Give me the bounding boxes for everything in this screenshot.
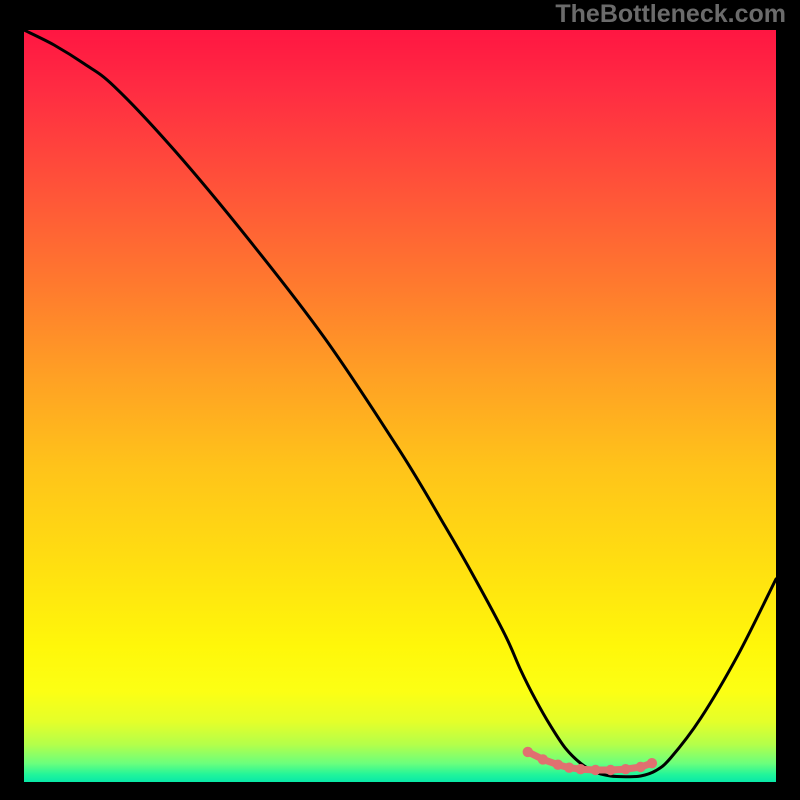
- chart-frame: TheBottleneck.com: [0, 0, 800, 800]
- valley-marker: [647, 758, 657, 768]
- plot-area: [24, 30, 776, 782]
- valley-marker: [523, 747, 533, 757]
- valley-marker: [575, 764, 585, 774]
- valley-marker: [564, 763, 574, 773]
- valley-marker: [605, 765, 615, 775]
- valley-marker: [635, 762, 645, 772]
- watermark-text: TheBottleneck.com: [555, 0, 786, 29]
- valley-marker: [620, 764, 630, 774]
- valley-marker: [590, 765, 600, 775]
- curve-layer: [24, 30, 776, 782]
- valley-marker: [553, 760, 563, 770]
- valley-markers: [523, 747, 658, 776]
- valley-marker: [538, 754, 548, 764]
- bottleneck-curve: [24, 30, 776, 777]
